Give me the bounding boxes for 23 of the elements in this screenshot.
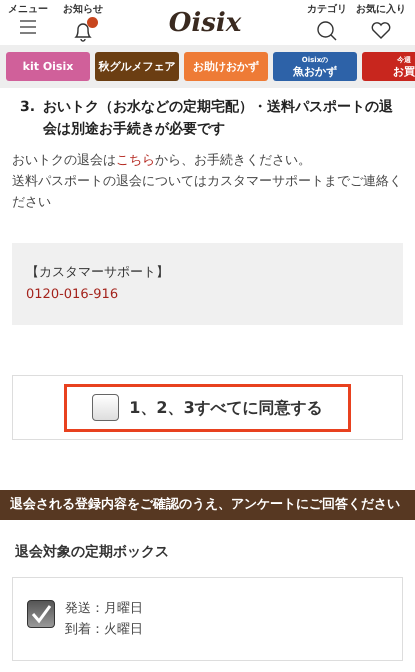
box-checkbox[interactable] [27, 600, 55, 628]
notice-text: 送料パスポートの退会についてはカスタマーサポートまでご連絡ください [12, 173, 403, 212]
banner[interactable]: kit Oisix [6, 52, 90, 81]
here-link[interactable]: こちら [116, 153, 155, 168]
notice-text: おいトクの退会はこちらから、お手続きください。 [12, 152, 312, 170]
box-heading: 退会対象の定期ボックス [14, 542, 170, 562]
schedule-text: 発送：月曜日 [65, 600, 143, 618]
banner[interactable]: 秋グルメフェア [95, 52, 179, 81]
bell-label: お知らせ [63, 4, 103, 16]
section-banner: 退会される登録内容をご確認のうえ、アンケートにご回答ください [0, 490, 415, 520]
heart-icon[interactable] [370, 20, 392, 40]
schedule-text: 到着：火曜日 [65, 621, 143, 639]
support-phone: 0120-016-916 [26, 286, 120, 304]
item-number: 3. [20, 98, 36, 117]
search-icon[interactable] [316, 20, 338, 42]
menu-label: メニュー [8, 4, 48, 16]
support-title: 【カスタマーサポート】 [26, 264, 170, 282]
heart-label: お気に入り [356, 4, 406, 16]
menu-icon[interactable] [19, 20, 37, 34]
logo[interactable]: Oisix [168, 8, 242, 38]
agree-checkbox[interactable]: 1、2、3すべてに同意する [64, 384, 351, 432]
search-label: カテゴリ [307, 4, 347, 16]
notice-heading: おいトク（お水などの定期宅配）・送料パスポートの退会は別途お手続きが必要です [43, 98, 394, 139]
